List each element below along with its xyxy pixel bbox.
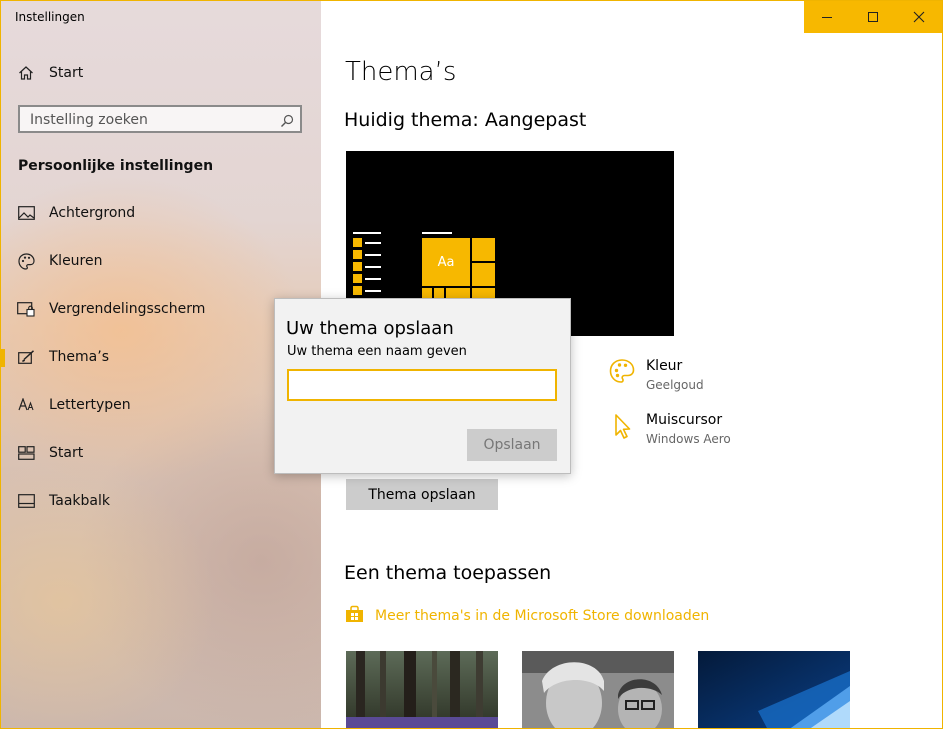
sidebar-item-themes[interactable]: Thema’s xyxy=(1,337,321,377)
palette-icon xyxy=(609,358,637,386)
start-layout-icon xyxy=(17,444,35,462)
sidebar: Instellingen Start Instelling zoeken Per… xyxy=(1,1,321,728)
theme-thumbnail-windows[interactable] xyxy=(698,651,850,728)
cursor-icon xyxy=(609,412,637,440)
home-icon xyxy=(17,64,35,82)
close-icon xyxy=(913,11,925,23)
dialog-label: Uw thema een naam geven xyxy=(287,344,467,359)
section-title: Persoonlijke instellingen xyxy=(18,158,214,174)
settings-window: Instellingen Start Instelling zoeken Per… xyxy=(0,0,943,729)
maximize-icon xyxy=(868,12,878,22)
store-link[interactable]: Meer thema's in de Microsoft Store downl… xyxy=(345,605,709,627)
store-link-text: Meer thema's in de Microsoft Store downl… xyxy=(375,608,710,624)
maximize-button[interactable] xyxy=(850,1,896,33)
search-box[interactable]: Instelling zoeken xyxy=(18,105,302,133)
sidebar-item-label: Thema’s xyxy=(49,349,109,365)
sidebar-item-label: Vergrendelingsscherm xyxy=(49,301,206,317)
sidebar-item-label: Lettertypen xyxy=(49,397,131,413)
minimize-icon xyxy=(822,17,832,18)
dialog-title: Uw thema opslaan xyxy=(286,318,454,339)
app-title: Instellingen xyxy=(15,10,85,24)
sidebar-item-taskbar[interactable]: Taakbalk xyxy=(1,481,321,521)
sidebar-item-colors[interactable]: Kleuren xyxy=(1,241,321,281)
sidebar-item-fonts[interactable]: Lettertypen xyxy=(1,385,321,425)
nav-home-label: Start xyxy=(49,65,84,81)
sidebar-item-label: Taakbalk xyxy=(49,493,110,509)
window-controls xyxy=(804,1,942,33)
sidebar-item-label: Kleuren xyxy=(49,253,103,269)
theme-thumbnail-people[interactable] xyxy=(522,651,674,728)
taskbar-icon xyxy=(17,492,35,510)
property-title: Kleur xyxy=(646,358,683,374)
apply-theme-heading: Een thema toepassen xyxy=(344,562,552,584)
theme-brush-icon xyxy=(17,348,35,366)
theme-thumbnail-forest[interactable] xyxy=(346,651,498,728)
fonts-icon xyxy=(17,396,35,414)
page-title: Thema’s xyxy=(345,57,457,87)
sidebar-item-start[interactable]: Start xyxy=(1,433,321,473)
search-placeholder: Instelling zoeken xyxy=(30,112,148,128)
theme-name-input[interactable] xyxy=(287,369,557,401)
nav-home[interactable]: Start xyxy=(1,53,321,93)
save-theme-button[interactable]: Thema opslaan xyxy=(346,479,498,510)
picture-icon xyxy=(17,204,35,222)
sidebar-item-lockscreen[interactable]: Vergrendelingsscherm xyxy=(1,289,321,329)
property-title: Muiscursor xyxy=(646,412,723,428)
save-theme-dialog: Uw thema opslaan Uw thema een naam geven… xyxy=(274,298,571,474)
close-button[interactable] xyxy=(896,1,942,33)
property-value: Geelgoud xyxy=(646,378,704,392)
preview-tile: Aa xyxy=(422,238,470,286)
sidebar-item-background[interactable]: Achtergrond xyxy=(1,193,321,233)
lockscreen-icon xyxy=(17,300,35,318)
current-theme-heading: Huidig thema: Aangepast xyxy=(344,109,587,131)
store-bag-icon xyxy=(345,605,364,627)
minimize-button[interactable] xyxy=(804,1,850,33)
palette-icon xyxy=(17,252,35,270)
property-value: Windows Aero xyxy=(646,432,731,446)
search-icon[interactable] xyxy=(280,113,294,132)
sidebar-item-label: Start xyxy=(49,445,84,461)
dialog-save-button[interactable]: Opslaan xyxy=(467,429,557,461)
sidebar-item-label: Achtergrond xyxy=(49,205,136,221)
